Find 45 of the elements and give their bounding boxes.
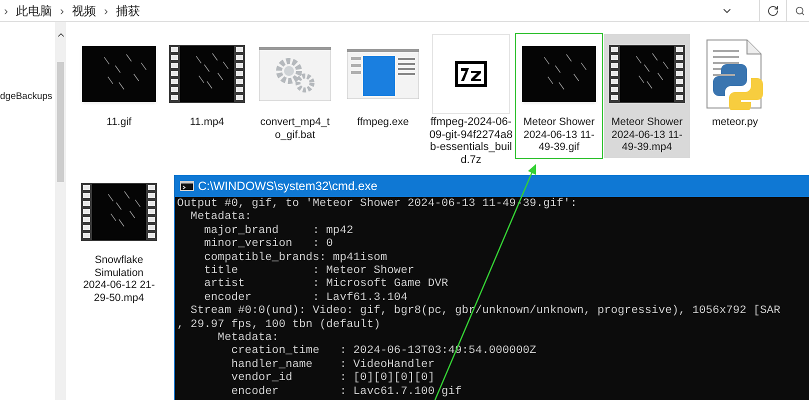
file-item[interactable]: convert_mp4_to_gif.bat xyxy=(252,34,338,145)
breadcrumb-separator: › xyxy=(60,2,64,20)
file-item[interactable]: Meteor Shower 2024-06-13 11-49-39.mp4 xyxy=(604,34,690,158)
file-name: convert_mp4_to_gif.bat xyxy=(259,115,331,141)
console-line: title : Meteor Shower xyxy=(203,265,416,278)
console-line: Metadata: xyxy=(216,332,280,344)
file-item[interactable]: 11.gif xyxy=(76,34,162,132)
refresh-icon[interactable] xyxy=(767,4,779,16)
breadcrumb-separator: › xyxy=(104,2,108,20)
file-name: meteor.py xyxy=(710,115,760,128)
scrollbar-thumb[interactable] xyxy=(57,62,64,182)
console-line: , 29.97 fps, 100 tbn (default) xyxy=(177,318,382,332)
breadcrumb-separator: › xyxy=(4,2,8,20)
file-item[interactable]: Snowflake Simulation 2024-06-12 21-29-50.mp4 xyxy=(76,172,162,308)
console-line: encoder : Lavf61.3.104 xyxy=(203,292,408,304)
console-line: vendor_id : [0][0][0][0] xyxy=(230,372,436,386)
scrollbar[interactable] xyxy=(55,22,66,400)
file-name: ffmpeg.exe xyxy=(356,115,410,128)
file-name: ffmpeg-2024-06-09-git-94f2274a8b-essentials_build.7z xyxy=(429,115,513,166)
file-name: 11.gif xyxy=(106,115,132,128)
file-item[interactable]: Meteor Shower 2024-06-13 11-49-39.gif xyxy=(516,34,602,158)
file-item[interactable]: meteor.py xyxy=(692,34,778,132)
console-line: compatible_brands: mp41isom xyxy=(203,252,388,264)
console-line: minor_version : 0 xyxy=(203,238,334,252)
nav-item[interactable]: dgeBackups xyxy=(0,90,55,104)
gears-icon xyxy=(259,47,331,101)
file-name: Meteor Shower 2024-06-13 11-49-39.mp4 xyxy=(610,115,684,154)
file-item[interactable]: 11.mp4 xyxy=(164,34,250,132)
breadcrumb-item[interactable]: 捕获 xyxy=(116,2,140,20)
console-line: Metadata: xyxy=(190,211,253,224)
archive-icon xyxy=(455,61,487,87)
console-line: major_brand : mp42 xyxy=(203,224,354,238)
file-name: Meteor Shower 2024-06-13 11-49-39.gif xyxy=(522,115,596,154)
search-icon xyxy=(795,6,805,16)
breadcrumb-item[interactable]: 视频 xyxy=(72,2,96,20)
breadcrumb-item[interactable]: 此电脑 xyxy=(16,2,52,20)
console-line: handler_name : VideoHandler xyxy=(230,358,436,372)
window-title: C:\WINDOWS\system32\cmd.exe xyxy=(198,178,378,195)
console-line: artist : Microsoft Game DVR xyxy=(203,278,450,292)
file-name: 11.mp4 xyxy=(188,115,226,128)
console-icon xyxy=(180,181,194,191)
console-line: encoder : Lavc61.7.100 gif xyxy=(230,386,463,400)
file-name: Snowflake Simulation 2024-06-12 21-29-50.mp4 xyxy=(82,253,156,304)
file-item[interactable]: ffmpeg.exe xyxy=(340,34,426,132)
application-window-icon xyxy=(347,49,419,99)
